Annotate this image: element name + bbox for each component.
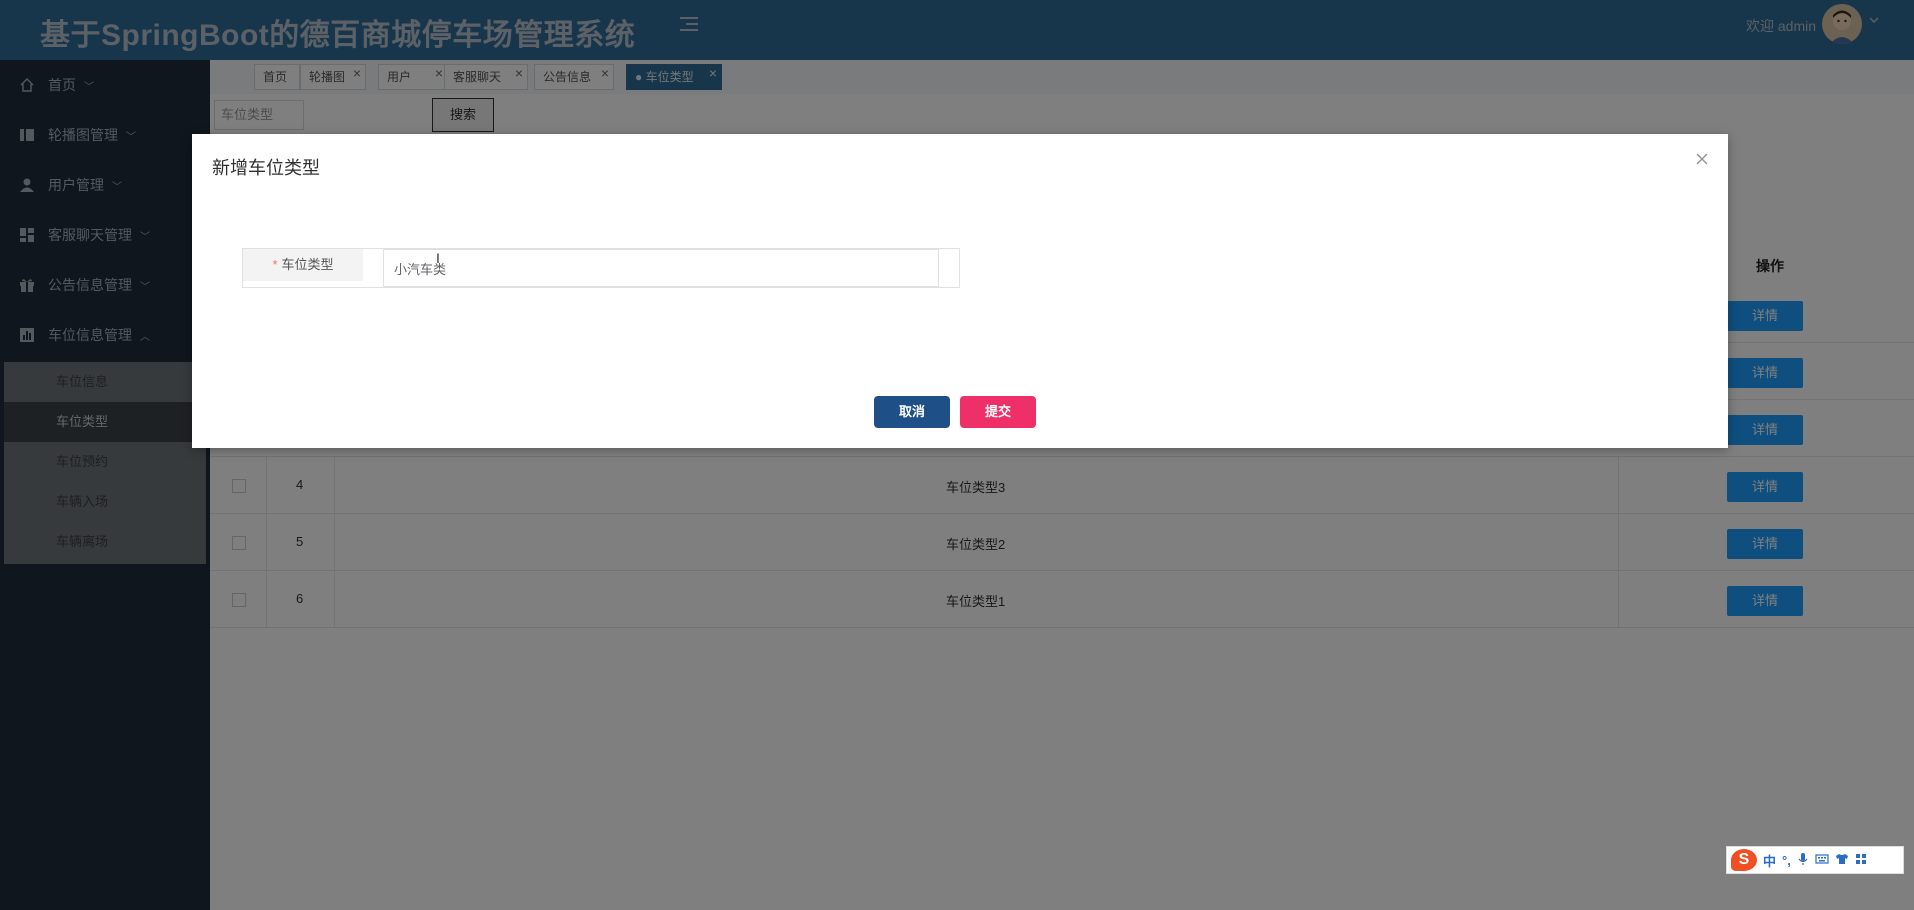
add-parking-type-dialog: 新增车位类型 *车位类型 I 取消 提交 [192,134,1728,448]
submit-button[interactable]: 提交 [960,396,1036,428]
skin-shirt-icon[interactable] [1835,852,1849,868]
keyboard-icon[interactable] [1815,852,1829,868]
text-cursor-icon: I [436,250,440,266]
cancel-button[interactable]: 取消 [874,396,950,428]
ime-toolbar[interactable]: S 中 °, [1726,846,1904,874]
close-icon[interactable] [1694,152,1710,168]
ime-punct-toggle[interactable]: °, [1782,853,1791,868]
ime-mode-toggle[interactable]: 中 [1763,851,1776,870]
form-row-parking-type: * 车位类型 [242,248,960,288]
microphone-icon[interactable] [1797,852,1809,869]
grid-menu-icon[interactable] [1855,852,1867,868]
dialog-title: 新增车位类型 [212,158,320,178]
parking-type-input[interactable] [383,249,939,287]
required-marker: * [272,257,278,272]
field-label: * 车位类型 [243,249,363,281]
ime-logo-icon[interactable]: S [1731,849,1757,871]
